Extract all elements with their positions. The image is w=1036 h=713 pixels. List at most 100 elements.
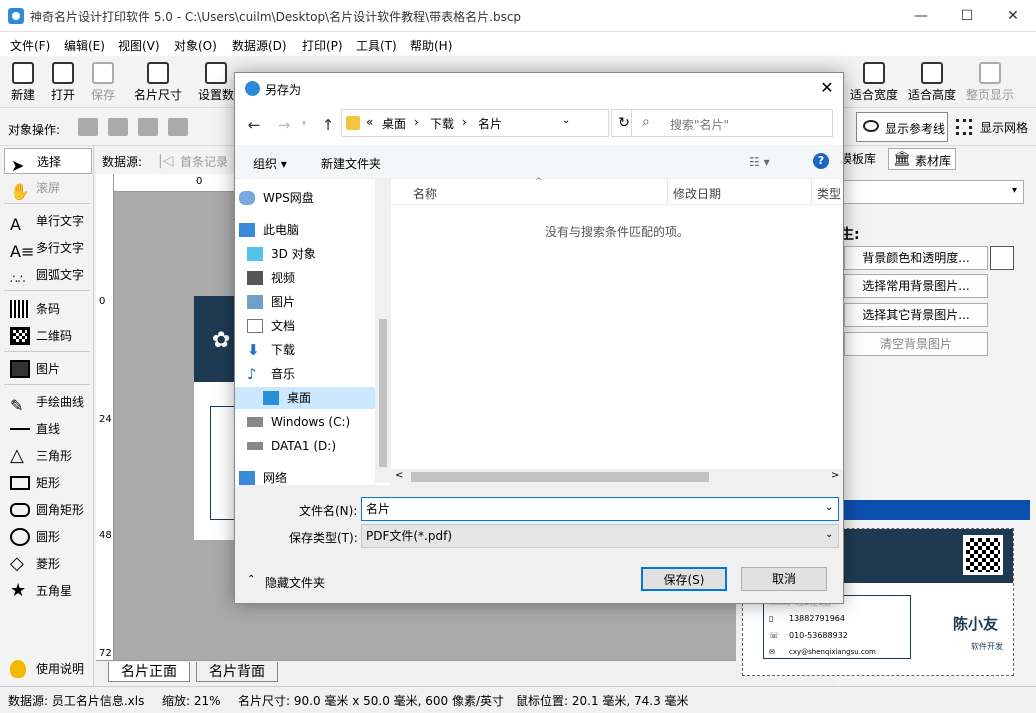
bg-color-button[interactable]: 背景颜色和透明度... [844, 246, 988, 270]
menu-print[interactable]: 打印(P) [302, 37, 343, 54]
nav-videos[interactable]: 视频 [243, 267, 357, 289]
menu-tools[interactable]: 工具(T) [356, 37, 397, 54]
eye-icon [863, 120, 879, 132]
tool-circle[interactable]: 圆形 [4, 524, 92, 550]
clear-bg-button[interactable]: 清空背景图片 [844, 332, 988, 356]
tool-diamond[interactable]: ◇ 菱形 [4, 551, 92, 577]
up-arrow-icon[interactable]: ↑ [317, 116, 339, 134]
breadcrumb-card[interactable]: 名片 [478, 115, 502, 132]
scroll-thumb[interactable] [411, 472, 709, 482]
minimize-button[interactable]: — [898, 0, 944, 32]
show-grid-toggle[interactable]: 显示网格 [956, 119, 1028, 136]
file-list[interactable]: 名称 ^ 修改日期 类型 没有与搜索条件匹配的项。 [391, 177, 843, 469]
tab-templates[interactable]: 模板库 [840, 150, 876, 167]
tool-star[interactable]: ★ 五角星 [4, 578, 92, 604]
nav-drive-d[interactable]: DATA1 (D:) [243, 435, 357, 457]
tool-triangle[interactable]: △ 三角形 [4, 443, 92, 469]
close-button[interactable]: ✕ [990, 0, 1036, 32]
other-bg-button[interactable]: 选择其它背景图片... [844, 303, 988, 327]
tool-multi-text[interactable]: A≡ 多行文字 [4, 235, 92, 261]
filename-input[interactable]: 名片 [361, 497, 839, 521]
save-dialog-button[interactable]: 保存(S) [641, 567, 727, 591]
new-button[interactable]: 新建 [6, 60, 40, 106]
background-select[interactable]: ▾ [840, 180, 1024, 204]
open-button[interactable]: 打开 [46, 60, 80, 106]
line-icon [10, 420, 30, 430]
group-icon[interactable] [168, 118, 188, 136]
nav-desktop[interactable]: 桌面 [235, 387, 375, 409]
scroll-thumb[interactable] [379, 319, 387, 467]
column-date[interactable]: 修改日期 [673, 185, 721, 202]
first-record-button[interactable]: |◁ 首条记录 [158, 153, 228, 170]
nav-3d-objects[interactable]: 3D 对象 [243, 243, 357, 265]
fit-width-button[interactable]: 适合宽度 [848, 60, 900, 106]
layers-icon[interactable] [78, 118, 98, 136]
nav-wps-cloud[interactable]: WPS网盘 [235, 187, 349, 209]
video-icon [247, 271, 263, 285]
help-button[interactable]: 使用说明 [4, 656, 92, 682]
recent-chevron-icon[interactable]: ▾ [293, 119, 315, 137]
address-bar[interactable]: « 桌面 › 下载 › 名片 ⌄ [341, 109, 609, 137]
maximize-button[interactable]: ☐ [944, 0, 990, 32]
show-guides-toggle[interactable]: 显示参考线 [856, 112, 948, 142]
scroll-right-icon[interactable]: > [831, 470, 839, 481]
tool-barcode[interactable]: 条码 [4, 296, 92, 322]
tab-front[interactable]: 名片正面 [108, 662, 190, 682]
menu-view[interactable]: 视图(V) [118, 37, 160, 54]
cancel-button[interactable]: 取消 [741, 567, 827, 591]
menu-help[interactable]: 帮助(H) [410, 37, 452, 54]
breadcrumb-downloads[interactable]: 下载 [430, 115, 454, 132]
dialog-close-button[interactable]: ✕ [813, 75, 841, 101]
tool-single-text[interactable]: A 单行文字 [4, 208, 92, 234]
page-setup-button[interactable]: 设置数 [196, 60, 236, 106]
forward-arrow-icon[interactable]: → [273, 116, 295, 134]
nav-downloads[interactable]: ⬇ 下载 [243, 339, 357, 361]
common-bg-button[interactable]: 选择常用背景图片... [844, 274, 988, 298]
tab-back[interactable]: 名片背面 [196, 662, 278, 682]
save-button[interactable]: 保存 [86, 60, 120, 106]
nav-drive-c[interactable]: Windows (C:) [243, 411, 357, 433]
chevron-down-icon[interactable]: ⌄ [825, 529, 833, 540]
color-swatch[interactable] [990, 246, 1014, 270]
tool-freehand[interactable]: ✎ 手绘曲线 [4, 389, 92, 415]
breadcrumb-desktop[interactable]: 桌面 [382, 115, 406, 132]
help-icon[interactable]: ? [813, 153, 829, 169]
fit-page-icon [979, 62, 1001, 84]
menu-object[interactable]: 对象(O) [174, 37, 217, 54]
chevron-down-icon[interactable]: ⌄ [825, 502, 833, 513]
tool-pan[interactable]: ✋ 滚屏 [4, 175, 92, 201]
column-type[interactable]: 类型 [817, 185, 841, 202]
search-input[interactable]: ⌕ 搜索"名片" [631, 109, 833, 137]
nav-this-pc[interactable]: 此电脑 [235, 219, 349, 241]
nav-documents[interactable]: 文档 [243, 315, 357, 337]
tool-image[interactable]: 图片 [4, 356, 92, 382]
new-folder-button[interactable]: 新建文件夹 [321, 155, 381, 172]
menu-edit[interactable]: 编辑(E) [64, 37, 105, 54]
tab-materials[interactable]: 🏛 素材库 [888, 148, 956, 170]
fit-page-button[interactable]: 整页显示 [964, 60, 1016, 106]
tool-rectangle[interactable]: 矩形 [4, 470, 92, 496]
nav-pictures[interactable]: 图片 [243, 291, 357, 313]
view-options-icon[interactable]: ☷ ▾ [749, 155, 770, 169]
card-size-button[interactable]: 名片尺寸 [130, 60, 186, 106]
scroll-left-icon[interactable]: < [395, 470, 403, 481]
tool-arc-text[interactable]: ∴∴ 圆弧文字 [4, 262, 92, 288]
organize-button[interactable]: 组织 ▾ [253, 155, 287, 172]
bring-forward-icon[interactable] [108, 118, 128, 136]
back-arrow-icon[interactable]: ← [243, 116, 265, 134]
tool-select[interactable]: ➤ 选择 [4, 148, 92, 175]
menu-file[interactable]: 文件(F) [10, 37, 50, 54]
tool-line[interactable]: 直线 [4, 416, 92, 442]
tool-rounded-rect[interactable]: 圆角矩形 [4, 497, 92, 523]
file-list-hscrollbar[interactable]: < > [391, 469, 843, 485]
send-backward-icon[interactable] [138, 118, 158, 136]
fit-height-button[interactable]: 适合高度 [906, 60, 958, 106]
filetype-select[interactable]: PDF文件(*.pdf) [361, 524, 839, 548]
chevron-down-icon[interactable]: ⌄ [562, 115, 570, 126]
hide-folders-toggle[interactable]: ⌃ 隐藏文件夹 [247, 574, 325, 591]
menu-datasource[interactable]: 数据源(D) [232, 37, 287, 54]
column-name[interactable]: 名称 [413, 185, 437, 202]
nav-music[interactable]: ♪ 音乐 [243, 363, 357, 385]
nav-scrollbar[interactable] [375, 179, 391, 483]
tool-qrcode[interactable]: 二维码 [4, 323, 92, 349]
